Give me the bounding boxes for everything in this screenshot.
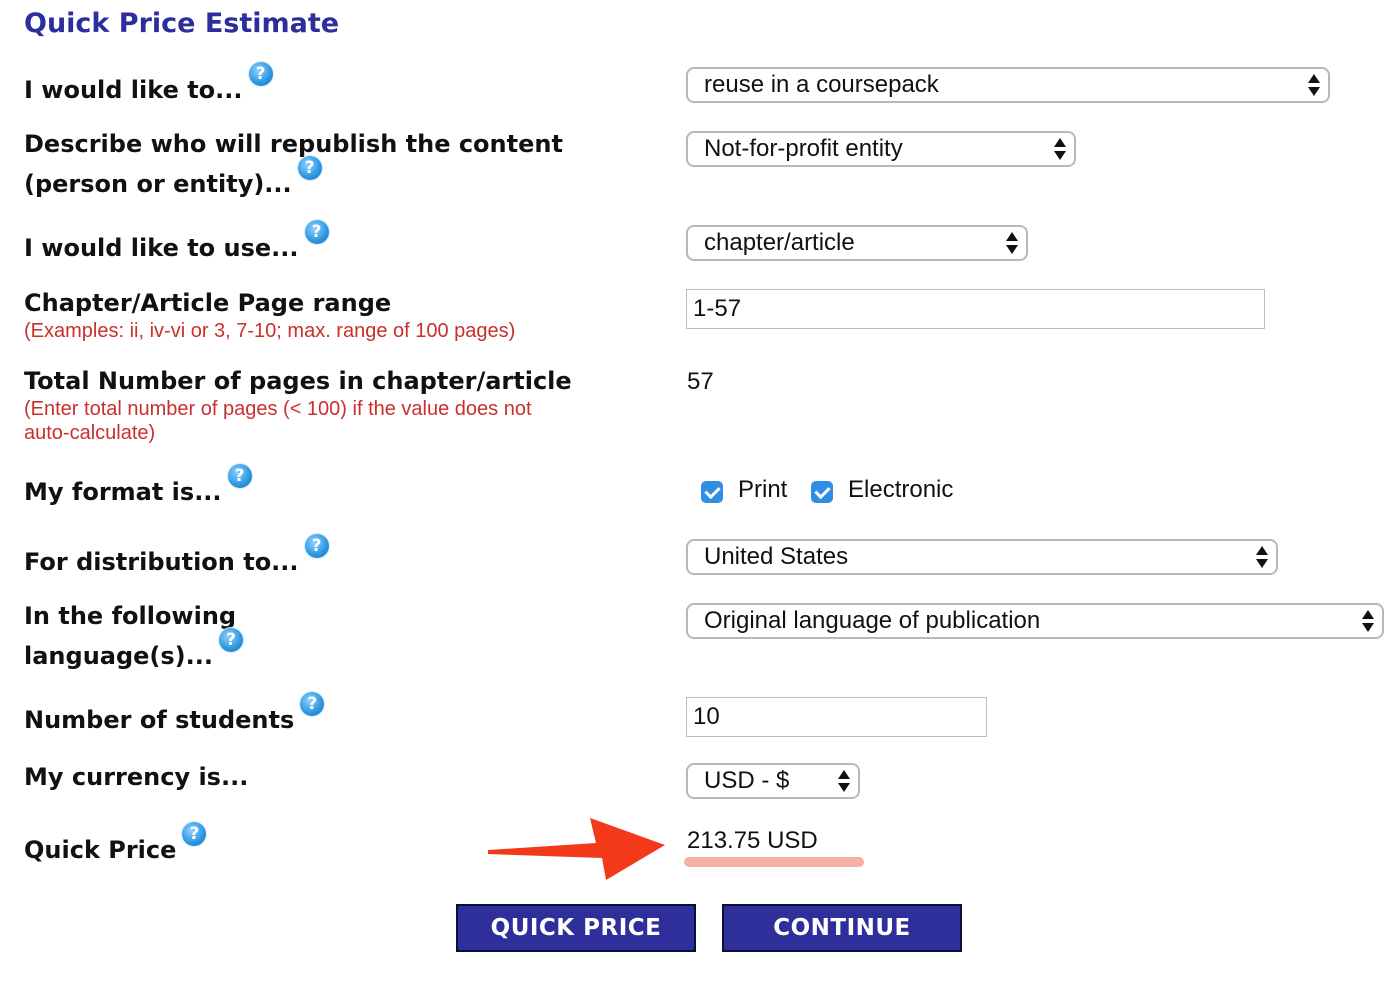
language-select[interactable]: Original language of publication [686, 603, 1384, 639]
total-pages-label: Total Number of pages in chapter/article [24, 367, 572, 395]
total-pages-hint-line1: (Enter total number of pages (< 100) if … [24, 398, 532, 420]
help-icon[interactable]: ? [297, 156, 322, 180]
republisher-select[interactable]: Not-for-profit entity [686, 131, 1076, 167]
red-arrow-icon [488, 818, 665, 880]
currency-select[interactable]: USD - $ [686, 763, 860, 799]
select-arrows-icon [1054, 138, 1066, 160]
use-label: I would like to use...? [24, 220, 329, 268]
page-range-hint: (Examples: ii, iv-vi or 3, 7-10; max. ra… [24, 320, 516, 342]
page-range-label: Chapter/Article Page range [24, 289, 392, 317]
continue-button[interactable]: CONTINUE [722, 904, 962, 952]
electronic-checkbox[interactable] [811, 481, 833, 503]
distribution-label: For distribution to...? [24, 534, 329, 582]
select-arrows-icon [1362, 610, 1374, 632]
format-label: My format is...? [24, 464, 252, 512]
help-icon[interactable]: ? [304, 220, 329, 244]
students-input[interactable]: 10 [686, 697, 987, 737]
help-icon[interactable]: ? [182, 822, 207, 846]
help-icon[interactable]: ? [300, 692, 325, 716]
would-like-to-select[interactable]: reuse in a coursepack [686, 67, 1330, 103]
help-icon[interactable]: ? [227, 464, 252, 488]
language-label-line1: In the following [24, 602, 237, 630]
page-range-input[interactable]: 1-57 [686, 289, 1265, 329]
select-arrows-icon [1006, 232, 1018, 254]
select-arrows-icon [1256, 546, 1268, 568]
help-icon[interactable]: ? [219, 628, 243, 652]
quick-price-label: Quick Price? [24, 822, 207, 870]
would-like-to-label: I would like to...? [24, 62, 273, 110]
electronic-checkbox-label[interactable]: Electronic [848, 476, 953, 504]
students-label: Number of students? [24, 692, 325, 740]
page-title: Quick Price Estimate [24, 8, 340, 39]
total-pages-value: 57 [687, 368, 714, 395]
currency-label: My currency is... [24, 763, 249, 791]
distribution-select[interactable]: United States [686, 539, 1278, 575]
print-checkbox[interactable] [701, 481, 723, 503]
select-arrows-icon [838, 770, 850, 792]
total-pages-hint-line2: auto-calculate) [24, 422, 156, 444]
quick-price-button[interactable]: QUICK PRICE [456, 904, 696, 952]
republisher-label-line1: Describe who will republish the content [24, 130, 563, 158]
language-label-line2: language(s)...? [24, 628, 243, 676]
use-select[interactable]: chapter/article [686, 225, 1028, 261]
print-checkbox-label[interactable]: Print [738, 476, 787, 504]
price-highlight-underline [684, 857, 864, 867]
select-arrows-icon [1308, 74, 1320, 96]
quick-price-value: 213.75 USD [687, 827, 818, 854]
help-icon[interactable]: ? [304, 534, 329, 558]
republisher-label-line2: (person or entity)...? [24, 156, 322, 204]
help-icon[interactable]: ? [248, 62, 273, 86]
